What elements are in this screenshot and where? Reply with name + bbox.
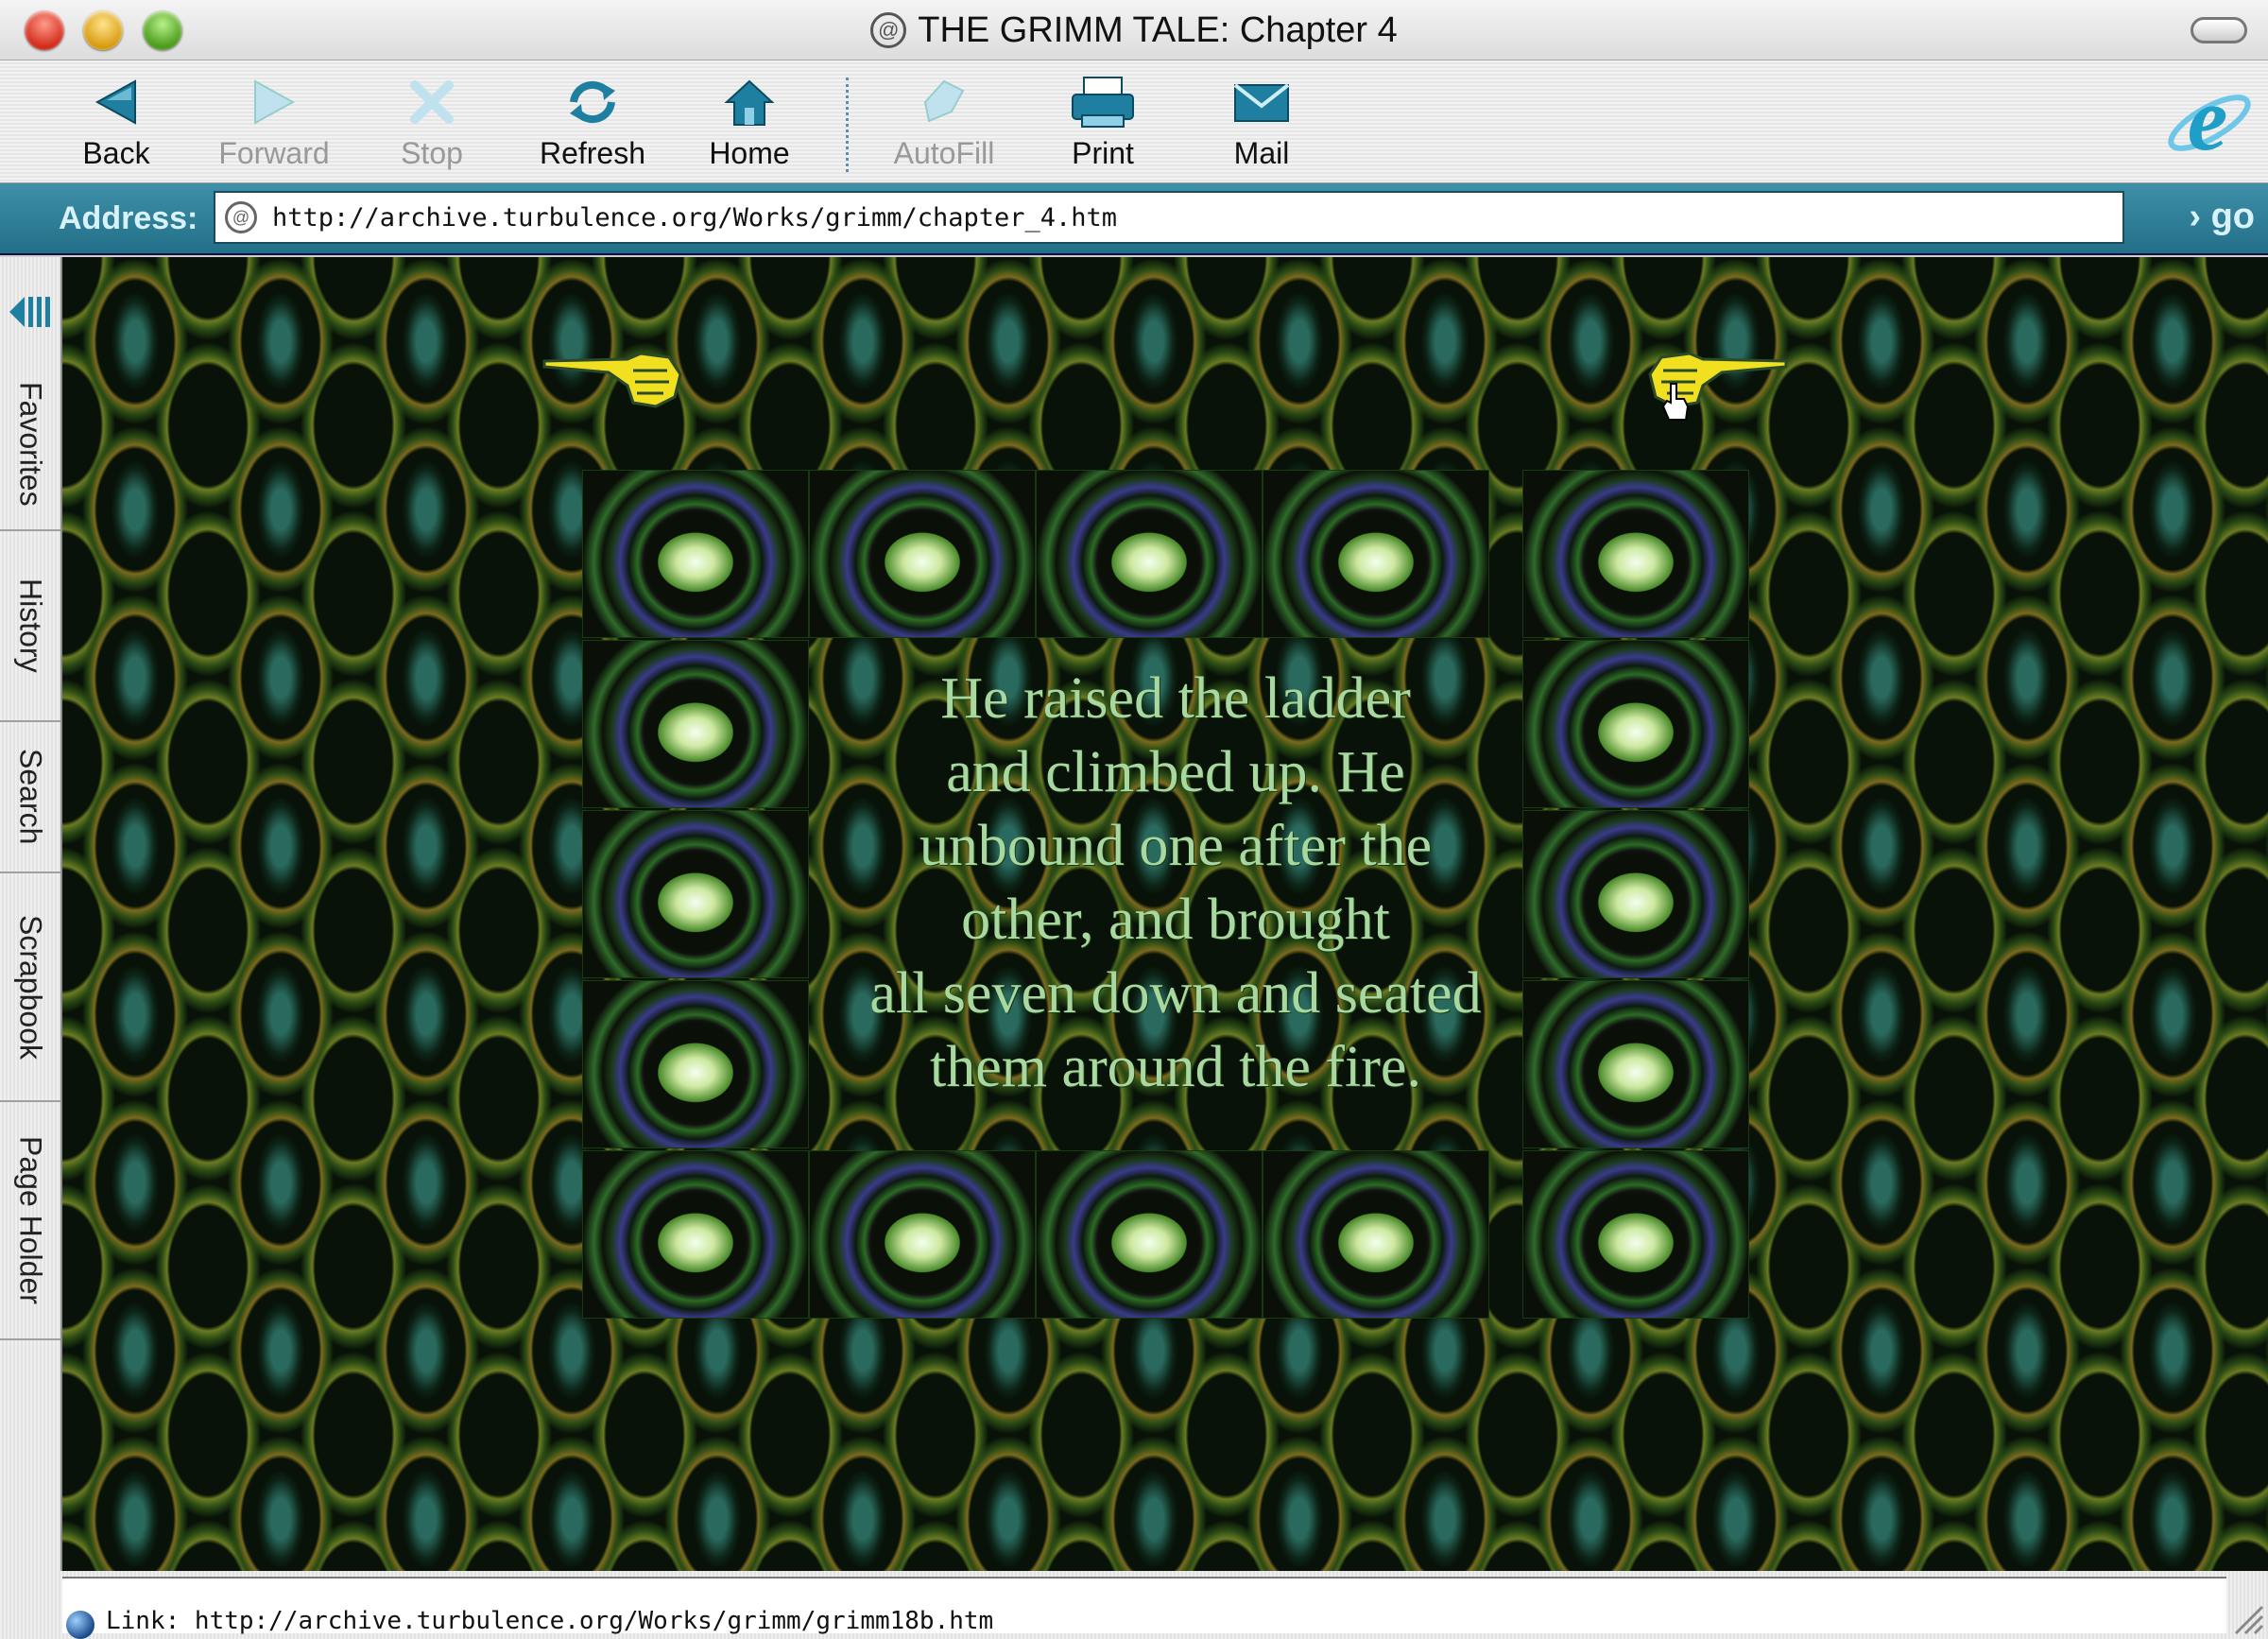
- browser-toolbar: Back Forward Stop Refresh Home AutoFill …: [0, 60, 2268, 183]
- toolbar-separator: [846, 78, 849, 172]
- forward-label: Forward: [218, 136, 330, 170]
- orb-tile: [582, 640, 809, 808]
- print-button[interactable]: Print: [1032, 74, 1174, 178]
- autofill-icon: [923, 79, 965, 123]
- orb-tile: [809, 1150, 1036, 1319]
- story-text: He raised the ladder and climbed up. He …: [811, 662, 1540, 1104]
- orb-tile: [582, 470, 809, 638]
- tab-search[interactable]: Search: [0, 722, 60, 873]
- orb-tile: [1263, 470, 1489, 638]
- window-title-bar[interactable]: @ THE GRIMM TALE: Chapter 4: [0, 0, 2268, 60]
- address-url[interactable]: http://archive.turbulence.org/Works/grim…: [272, 203, 1117, 233]
- story-line: unbound one after the: [919, 814, 1433, 878]
- orb-tile: [582, 1150, 809, 1319]
- address-label: Address:: [59, 200, 198, 236]
- status-link-text: Link: http://archive.turbulence.org/Work…: [106, 1607, 994, 1635]
- orb-tile: [1036, 470, 1263, 638]
- back-arrow-icon: [94, 79, 136, 125]
- hand-cursor-icon: [1661, 383, 1690, 421]
- tab-history[interactable]: History: [0, 531, 60, 722]
- page-icon: @: [870, 12, 907, 48]
- home-button[interactable]: Home: [679, 74, 820, 178]
- printer-icon: [1072, 77, 1134, 128]
- forward-arrow-icon: [254, 79, 296, 125]
- orb-tile: [1263, 1150, 1489, 1319]
- stop-button[interactable]: Stop: [361, 74, 503, 178]
- tab-scrapbook-label: Scrapbook: [13, 914, 48, 1060]
- resize-grip-icon[interactable]: [2226, 1597, 2264, 1635]
- address-bar: Address: @ http://archive.turbulence.org…: [0, 183, 2268, 255]
- mail-button[interactable]: Mail: [1191, 74, 1332, 178]
- print-label: Print: [1072, 136, 1134, 170]
- story-line: He raised the ladder: [940, 666, 1411, 731]
- stop-label: Stop: [401, 136, 463, 170]
- back-label: Back: [82, 136, 150, 170]
- autofill-label: AutoFill: [893, 136, 995, 170]
- collapse-sidebar-icon[interactable]: [6, 291, 57, 333]
- autofill-button[interactable]: AutoFill: [873, 74, 1015, 178]
- orb-tile: [582, 980, 809, 1148]
- forward-button[interactable]: Forward: [203, 74, 345, 178]
- orb-tile: [1522, 1150, 1749, 1319]
- address-input[interactable]: @ http://archive.turbulence.org/Works/gr…: [214, 191, 2124, 244]
- mail-label: Mail: [1233, 136, 1290, 170]
- tab-history-label: History: [13, 578, 48, 673]
- orb-tile: [1036, 1150, 1263, 1319]
- tab-search-label: Search: [13, 749, 48, 845]
- tab-favorites-label: Favorites: [13, 382, 48, 507]
- refresh-icon: [570, 80, 615, 124]
- window-title: THE GRIMM TALE: Chapter 4: [918, 9, 1398, 50]
- story-line: all seven down and seated: [869, 961, 1482, 1026]
- tab-page-holder-label: Page Holder: [13, 1136, 48, 1304]
- story-line: and climbed up. He: [946, 740, 1405, 804]
- site-icon[interactable]: @: [225, 201, 257, 233]
- orb-tile: [1522, 640, 1749, 808]
- back-button[interactable]: Back: [45, 74, 187, 178]
- mail-icon: [1233, 83, 1290, 122]
- orb-tile: [809, 470, 1036, 638]
- home-label: Home: [709, 136, 790, 170]
- svg-text:e: e: [2188, 74, 2228, 168]
- status-panel: Link: http://archive.turbulence.org/Work…: [62, 1577, 2226, 1639]
- story-line: them around the fire.: [930, 1035, 1421, 1099]
- orb-tile: [1522, 810, 1749, 978]
- story-line: other, and brought: [961, 888, 1390, 952]
- internet-explorer-logo: e: [2168, 74, 2251, 168]
- web-page-content: He raised the ladder and climbed up. He …: [62, 257, 2268, 1571]
- tab-page-holder[interactable]: Page Holder: [0, 1102, 60, 1340]
- toolbar-toggle-button[interactable]: [2191, 17, 2247, 43]
- pointing-hand-right-icon[interactable]: [542, 348, 684, 414]
- refresh-label: Refresh: [539, 136, 646, 170]
- orb-tile: [1522, 470, 1749, 638]
- status-bar: Link: http://archive.turbulence.org/Work…: [0, 1571, 2268, 1639]
- stop-x-icon: [410, 80, 454, 124]
- home-icon: [724, 79, 775, 126]
- refresh-button[interactable]: Refresh: [522, 74, 663, 178]
- go-button[interactable]: › go: [2189, 197, 2255, 237]
- tab-scrapbook[interactable]: Scrapbook: [0, 873, 60, 1102]
- explorer-sidebar: Favorites History Search Scrapbook Page …: [0, 257, 62, 1571]
- globe-icon: [66, 1611, 94, 1639]
- orb-tile: [582, 810, 809, 978]
- tab-favorites[interactable]: Favorites: [0, 359, 60, 531]
- orb-tile: [1522, 980, 1749, 1148]
